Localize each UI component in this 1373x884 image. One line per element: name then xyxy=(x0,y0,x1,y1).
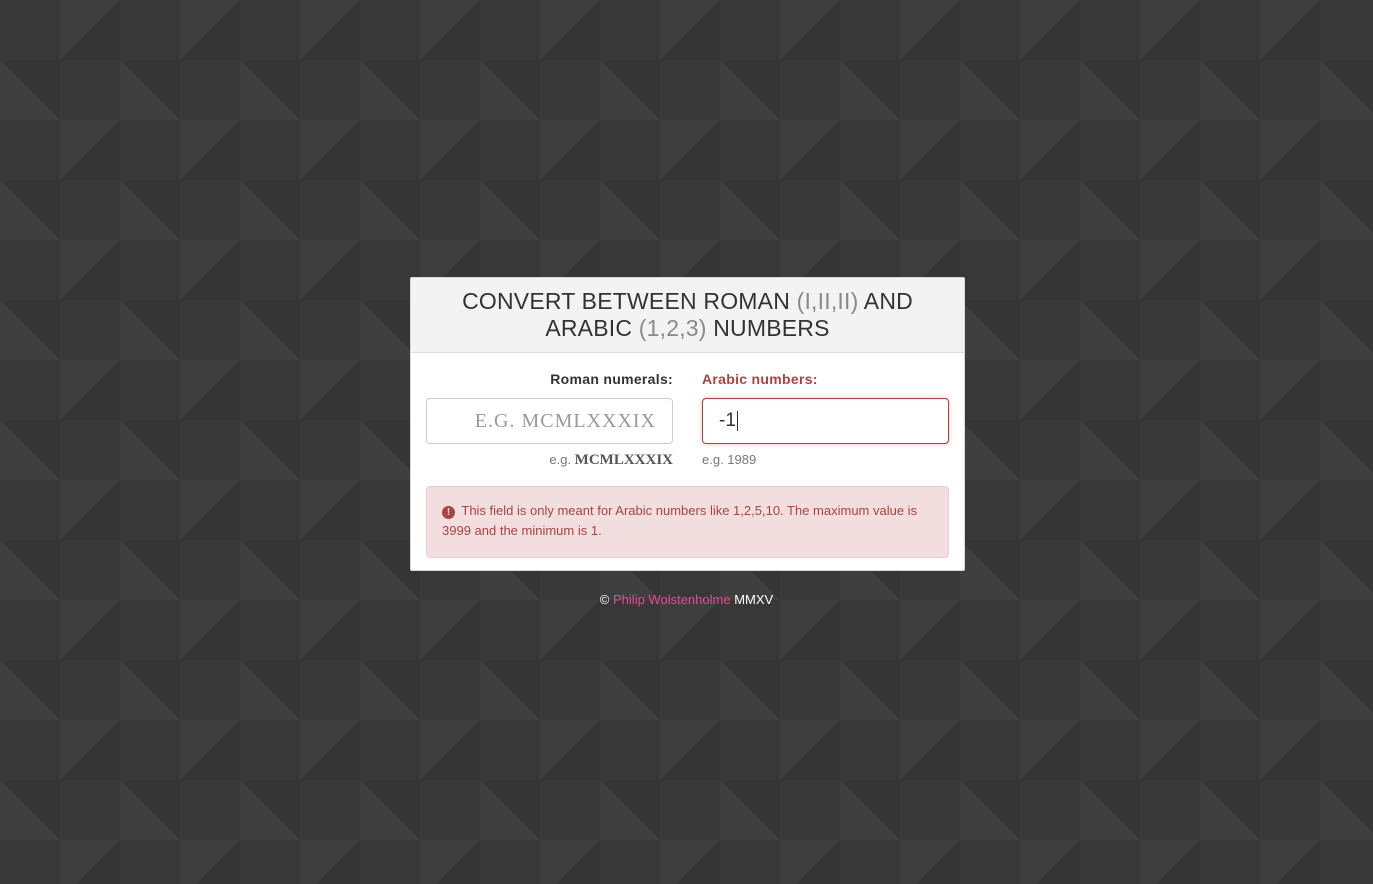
exclamation-circle-icon: ! xyxy=(442,506,455,519)
roman-column: Roman numerals: E.G. MCMLXXXIX e.g. MCML… xyxy=(426,368,673,469)
panel-heading: CONVERT BETWEEN ROMAN (I,II,II) AND ARAB… xyxy=(411,278,964,353)
footer: © Philip Wolstenholme MMXV xyxy=(0,592,1373,607)
copyright-symbol: © xyxy=(599,592,610,607)
arabic-column: Arabic numbers: -1 e.g. 1989 xyxy=(702,368,949,469)
roman-input[interactable]: E.G. MCMLXXXIX xyxy=(426,398,673,444)
arabic-help: e.g. 1989 xyxy=(702,452,757,467)
arabic-input-value: -1 xyxy=(719,410,736,431)
arabic-label: Arabic numbers: xyxy=(702,371,818,387)
title-part-2: AND xyxy=(858,288,913,314)
title-arabic-example: (1,2,3) xyxy=(638,315,707,341)
form-row: Roman numerals: E.G. MCMLXXXIX e.g. MCML… xyxy=(426,368,949,469)
arabic-input[interactable]: -1 xyxy=(702,398,949,444)
text-caret xyxy=(736,411,738,431)
roman-help: e.g. MCMLXXXIX xyxy=(426,452,673,469)
converter-panel: CONVERT BETWEEN ROMAN (I,II,II) AND ARAB… xyxy=(410,277,965,571)
roman-input-placeholder: E.G. MCMLXXXIX xyxy=(474,409,656,432)
roman-help-prefix: e.g. xyxy=(549,452,575,467)
author-link[interactable]: Philip Wolstenholme xyxy=(613,592,731,607)
footer-year: MMXV xyxy=(734,592,774,607)
panel-body: Roman numerals: E.G. MCMLXXXIX e.g. MCML… xyxy=(411,353,964,573)
title-roman-example: (I,II,II) xyxy=(796,288,859,314)
title-part-3: ARABIC xyxy=(545,315,639,341)
roman-help-example: MCMLXXXIX xyxy=(574,452,673,468)
error-alert: ! This field is only meant for Arabic nu… xyxy=(426,486,949,558)
title-part-4: NUMBERS xyxy=(706,315,830,341)
error-message: This field is only meant for Arabic numb… xyxy=(442,503,918,538)
roman-label: Roman numerals: xyxy=(550,371,673,387)
page-title: CONVERT BETWEEN ROMAN (I,II,II) AND ARAB… xyxy=(411,288,964,342)
title-part-1: CONVERT BETWEEN ROMAN xyxy=(462,288,797,314)
